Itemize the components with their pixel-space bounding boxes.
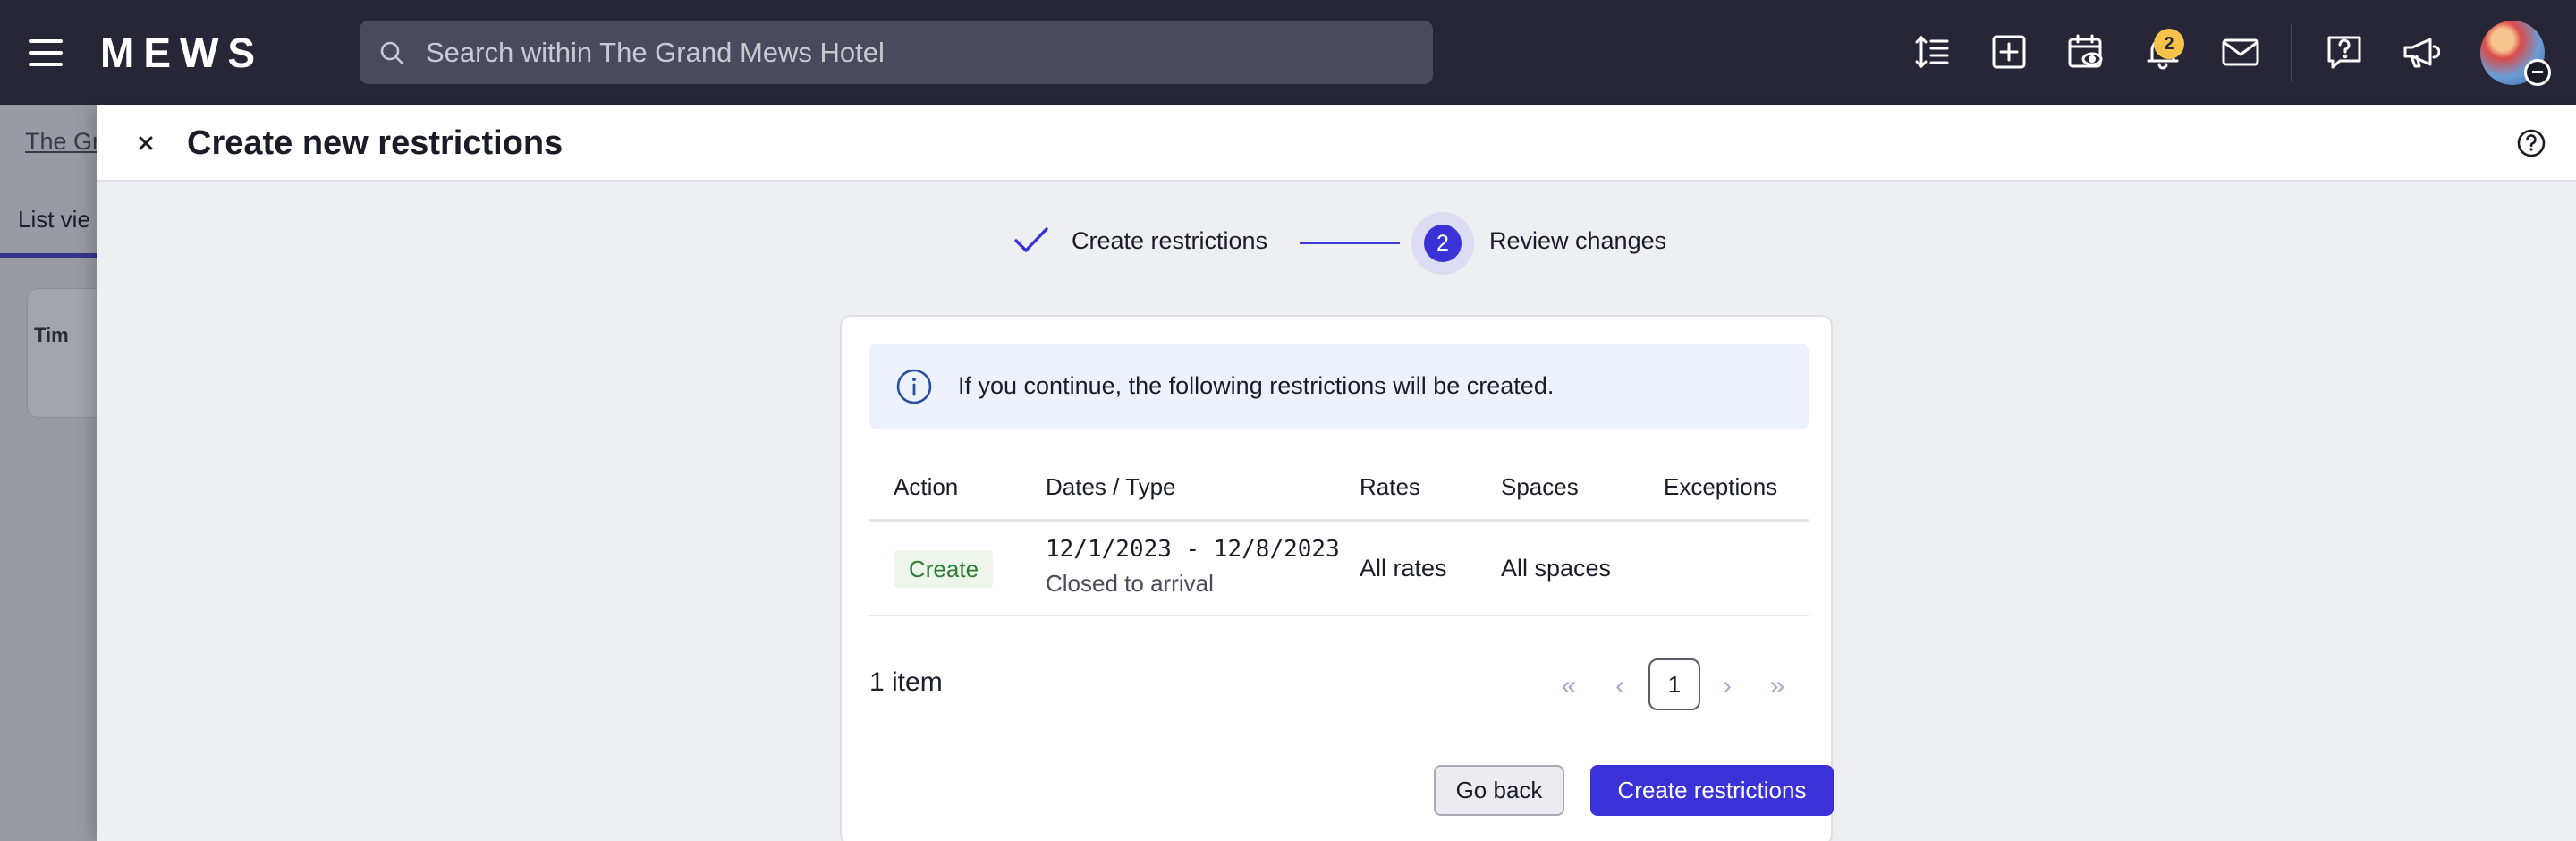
spaces-value: All spaces [1501, 555, 1612, 582]
nav-divider [2291, 23, 2292, 82]
create-restrictions-panel: Create new restrictions Create restricti… [97, 105, 2576, 841]
panel-header: Create new restrictions [97, 105, 2576, 182]
background-card [27, 288, 97, 418]
top-navigation-bar: MEWS 2 [0, 0, 2576, 105]
status-indicator-icon [2524, 59, 2551, 86]
restriction-type: Closed to arrival [1046, 570, 1214, 597]
column-header-exceptions: Exceptions [1664, 473, 1778, 500]
rates-value: All rates [1360, 555, 1447, 582]
row-divider [869, 615, 1809, 616]
date-range: 12/1/2023 - 12/8/2023 [1046, 536, 1340, 563]
mews-logo[interactable]: MEWS [100, 30, 264, 75]
tab-list-view[interactable]: List vie [18, 206, 90, 234]
breadcrumb[interactable]: The Gr [25, 128, 97, 156]
create-restrictions-button[interactable]: Create restrictions [1590, 765, 1834, 816]
first-page-icon[interactable]: « [1550, 661, 1588, 711]
help-chat-icon[interactable] [2325, 32, 2364, 72]
column-header-spaces: Spaces [1501, 473, 1579, 500]
column-header-rates: Rates [1360, 473, 1420, 500]
search-icon [380, 41, 404, 65]
action-create-badge: Create [894, 550, 994, 588]
previous-page-icon[interactable]: ‹ [1601, 661, 1639, 711]
megaphone-icon[interactable] [2401, 32, 2441, 72]
close-icon[interactable] [131, 128, 161, 158]
current-page-button[interactable]: 1 [1648, 658, 1700, 710]
add-square-icon[interactable] [1989, 32, 2029, 72]
step-2-label: Review changes [1489, 227, 1667, 254]
column-header-action: Action [894, 473, 959, 500]
review-card: If you continue, the following restricti… [840, 315, 1833, 841]
table-header-divider [869, 519, 1809, 522]
background-page: The Gr List vie Tim [0, 105, 97, 841]
info-banner: If you continue, the following restricti… [869, 344, 1809, 429]
info-icon [896, 369, 932, 404]
line-height-icon[interactable] [1912, 32, 1952, 72]
info-text: If you continue, the following restricti… [958, 372, 1555, 399]
column-header-dates-type: Dates / Type [1046, 473, 1176, 500]
page-title: Create new restrictions [187, 124, 564, 162]
next-page-icon[interactable]: › [1708, 661, 1746, 711]
tab-active-indicator [0, 253, 97, 258]
menu-icon[interactable] [29, 39, 63, 66]
item-count: 1 item [869, 667, 943, 697]
help-circle-icon[interactable] [2514, 126, 2548, 160]
go-back-button[interactable]: Go back [1434, 765, 1564, 816]
calendar-view-icon[interactable] [2066, 32, 2106, 72]
mail-icon[interactable] [2221, 32, 2260, 72]
background-card-label: Tim [34, 324, 69, 346]
notification-badge: 2 [2154, 29, 2184, 59]
step-complete-check-icon [1014, 227, 1048, 252]
step-1-label: Create restrictions [1072, 227, 1268, 254]
search-input[interactable] [426, 21, 1410, 84]
step-2-number: 2 [1424, 225, 1462, 262]
stepper-connector [1300, 242, 1400, 244]
search-bar[interactable] [360, 21, 1433, 84]
last-page-icon[interactable]: » [1758, 661, 1796, 711]
